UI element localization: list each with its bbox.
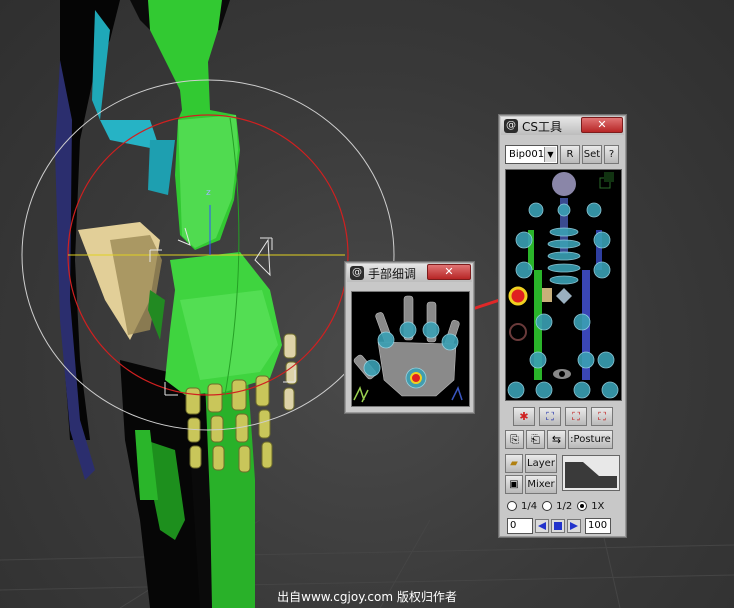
speed-options: 1/4 1/2 1X xyxy=(507,499,609,513)
help-button[interactable]: ? xyxy=(604,145,619,164)
layer-mixer-column: ▰ Layer ▣ Mixer xyxy=(505,454,557,494)
biped-selector-panel[interactable] xyxy=(505,169,622,401)
play-icon[interactable] xyxy=(567,519,581,533)
save-icon[interactable]: ▣ xyxy=(505,475,523,494)
speed-label-half: 1/2 xyxy=(556,500,573,512)
hand-titlebar[interactable]: @ 手部细调 ✕ xyxy=(347,264,472,282)
speed-label-quarter: 1/4 xyxy=(521,500,538,512)
layer-button[interactable]: Layer xyxy=(525,454,557,473)
end-frame-field[interactable]: 100 xyxy=(585,518,611,534)
biped-select[interactable]: Bip001 ▼ xyxy=(505,145,558,164)
paste-posture-icon[interactable]: ⎗ xyxy=(526,430,545,449)
hand-close-button[interactable]: ✕ xyxy=(427,264,471,280)
cs-window-title: CS工具 xyxy=(522,119,562,134)
r-button[interactable]: R xyxy=(560,145,580,164)
play-reverse-icon[interactable] xyxy=(535,519,549,533)
tool-row-2: ⎘ ⎗ ⇆ :Posture xyxy=(505,430,613,449)
biped-select-value: Bip001 xyxy=(509,149,545,160)
speed-radio-1x[interactable] xyxy=(577,501,588,511)
stop-icon[interactable] xyxy=(551,519,565,533)
cs-tool-window[interactable]: @ CS工具 ✕ Bip001 ▼ R Set ? ✱ ⛶ ⛶ ⛶ ⎘ ⎗ ⇆ … xyxy=(498,114,627,538)
speed-radio-quarter[interactable] xyxy=(507,501,517,511)
set-button[interactable]: Set xyxy=(582,145,602,164)
open-folder-icon[interactable]: ▰ xyxy=(505,454,523,473)
figure-paste-icon[interactable]: ⛶ xyxy=(591,407,613,426)
figure-copy-icon[interactable]: ⛶ xyxy=(565,407,587,426)
hand-tune-window[interactable]: @ 手部细调 ✕ xyxy=(344,261,475,414)
copy-posture-icon[interactable]: ⎘ xyxy=(505,430,524,449)
trajectory-preview[interactable] xyxy=(562,455,620,491)
start-frame-field[interactable]: 0 xyxy=(507,518,533,534)
hand-window-title: 手部细调 xyxy=(368,266,417,281)
speed-radio-half[interactable] xyxy=(542,501,553,511)
playback-row: 0 100 xyxy=(507,518,611,534)
mixer-button[interactable]: Mixer xyxy=(525,475,557,494)
svg-text:z: z xyxy=(206,188,211,198)
cs-titlebar[interactable]: @ CS工具 ✕ xyxy=(501,117,624,135)
cs-close-button[interactable]: ✕ xyxy=(581,117,623,133)
tool-row-1: ✱ ⛶ ⛶ ⛶ xyxy=(513,407,613,426)
max-logo-icon: @ xyxy=(504,119,518,133)
posture-button[interactable]: :Posture xyxy=(568,430,613,449)
hand-selector-panel[interactable] xyxy=(351,291,470,407)
max-logo-icon: @ xyxy=(350,266,364,280)
figure-mode-icon[interactable]: ⛶ xyxy=(539,407,561,426)
paste-opposite-icon[interactable]: ⇆ xyxy=(547,430,566,449)
watermark-text: 出自www.cgjoy.com 版权归作者 xyxy=(277,590,457,604)
chevron-down-icon: ▼ xyxy=(544,147,556,162)
star-icon[interactable]: ✱ xyxy=(513,407,535,426)
speed-label-1x: 1X xyxy=(591,500,605,512)
